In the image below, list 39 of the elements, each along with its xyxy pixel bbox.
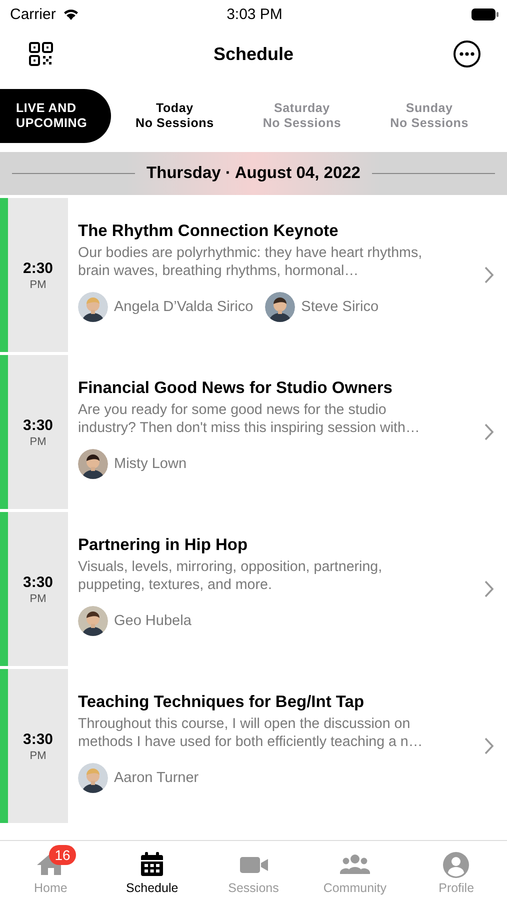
live-filter-button[interactable]: LIVE AND UPCOMING — [0, 89, 111, 143]
chevron-right-icon — [484, 423, 494, 441]
day-tab[interactable]: Today No Sessions — [111, 101, 238, 131]
time-period: PM — [30, 278, 46, 290]
screen-title: Schedule — [213, 44, 294, 64]
status-time: 3:03 PM — [226, 6, 282, 22]
chevron-right-icon — [484, 580, 494, 598]
carrier-name: Carrier — [10, 6, 56, 22]
session-description: Are you ready for some good news for the studio industry? Then don't miss this inspiring session with… — [78, 402, 421, 437]
time-period: PM — [30, 750, 46, 762]
session-time: 3:30 — [22, 574, 54, 590]
session-time: 3:30 — [22, 730, 54, 748]
speaker-name: Aaron Turner — [114, 770, 199, 786]
speaker-name: Steve Sirico — [301, 299, 379, 315]
session-description: Our bodies are polyrhythmic: they have heart rhythms, brain waves, breathing rhythms, hormonal… — [78, 245, 423, 280]
speaker-name: Misty Lown — [114, 456, 187, 472]
speaker-name: Angela D’Valda Sirico — [114, 299, 254, 315]
session-title: Teaching Techniques for Beg/Int Tap — [78, 693, 366, 712]
tab-bar-item[interactable]: 16 Home — [0, 841, 102, 900]
session-title: Partnering in Hip Hop — [78, 536, 249, 555]
wifi-icon — [62, 7, 80, 21]
chevron-right-icon — [484, 737, 494, 755]
tab-bar-item[interactable]: Schedule — [101, 841, 203, 900]
session-time: 2:30 — [22, 260, 54, 276]
time-period: PM — [30, 436, 46, 448]
session-description: Throughout this course, I will open the discussion on methods I have used for both efficiently teaching a n… — [78, 716, 423, 751]
chevron-right-icon — [484, 266, 494, 284]
time-period: PM — [30, 592, 46, 604]
speaker-name: Geo Hubela — [114, 613, 192, 629]
more-icon[interactable] — [453, 40, 481, 68]
date-header: Thursday · August 04, 2022 — [146, 164, 360, 183]
notification-badge: 16 — [48, 845, 76, 865]
qr-code-icon[interactable] — [28, 41, 54, 67]
battery-icon — [471, 8, 499, 20]
session-description: Visuals, levels, mirroring, opposition, partnering, puppeting, textures, and more. — [78, 559, 384, 594]
session-title: The Rhythm Connection Keynote — [78, 222, 340, 241]
session-time: 3:30 — [22, 416, 54, 434]
session-title: Financial Good News for Studio Owners — [78, 379, 394, 398]
profile-icon — [441, 850, 472, 878]
